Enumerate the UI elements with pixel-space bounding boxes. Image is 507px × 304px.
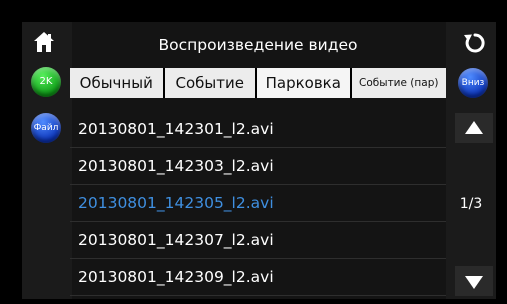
triangle-up-icon <box>465 121 483 134</box>
file-list: 20130801_142301_l2.avi 20130801_142303_l… <box>70 111 446 299</box>
file-row[interactable]: 20130801_142309_l2.avi <box>70 259 446 296</box>
file-row[interactable]: 20130801_142307_l2.avi <box>70 222 446 259</box>
tab-parking-event[interactable]: Событие (пар) <box>351 68 446 98</box>
tab-event[interactable]: Событие <box>164 68 256 98</box>
down-button[interactable]: Вниз <box>458 68 488 98</box>
triangle-down-icon <box>465 276 483 289</box>
tab-normal[interactable]: Обычный <box>70 68 163 98</box>
page-indicator: 1/3 <box>459 196 483 212</box>
file-row[interactable]: 20130801_142301_l2.avi <box>70 111 446 148</box>
scroll-up-button[interactable] <box>455 113 493 143</box>
right-panel <box>446 22 496 299</box>
tab-parking[interactable]: Парковка <box>257 68 350 98</box>
page-title: Воспроизведение видео <box>158 36 358 54</box>
file-button[interactable]: Файл <box>31 113 61 143</box>
left-panel <box>22 22 72 299</box>
back-refresh-icon[interactable] <box>463 31 487 55</box>
file-row-selected[interactable]: 20130801_142305_l2.avi <box>70 185 446 222</box>
home-icon[interactable] <box>32 30 56 56</box>
scroll-down-button[interactable] <box>455 266 493 296</box>
resolution-2k-button[interactable]: 2K <box>31 67 61 97</box>
file-row[interactable]: 20130801_142303_l2.avi <box>70 148 446 185</box>
category-tabs: Обычный Событие Парковка Событие (пар) <box>70 68 446 98</box>
